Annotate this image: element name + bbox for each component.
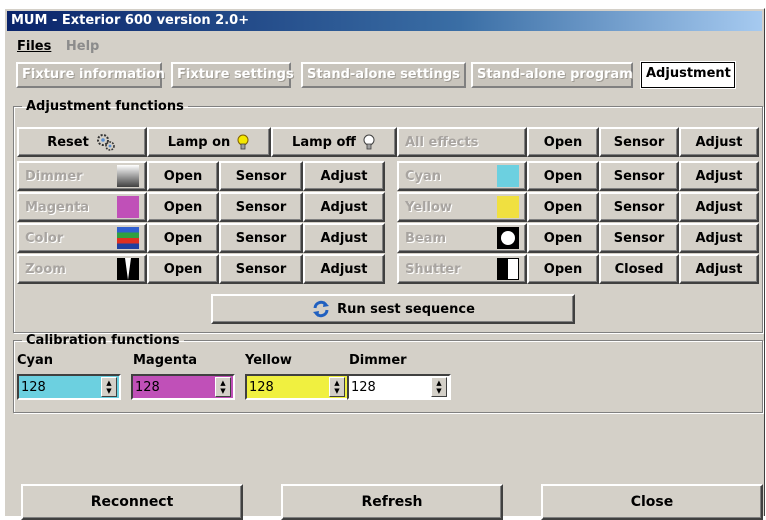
yellow-calibration-label: Yellow bbox=[245, 353, 292, 368]
magenta-label: Magenta bbox=[25, 199, 90, 215]
menu-files[interactable]: Files bbox=[17, 39, 51, 54]
zoom-label: Zoom bbox=[25, 261, 66, 277]
beam-icon bbox=[497, 227, 519, 249]
calibration-functions-legend: Calibration functions bbox=[26, 333, 180, 348]
cyan-adjust-button[interactable]: Adjust bbox=[679, 161, 759, 191]
yellow-calibration-spinner[interactable]: 128 ▲ ▼ bbox=[245, 374, 349, 400]
dimmer-button[interactable]: Dimmer bbox=[17, 161, 147, 191]
cyan-calibration-spinner[interactable]: 128 ▲ ▼ bbox=[17, 374, 121, 400]
dimmer-adjust-button[interactable]: Adjust bbox=[303, 161, 385, 191]
dimmer-open-button[interactable]: Open bbox=[147, 161, 219, 191]
yellow-open-button[interactable]: Open bbox=[527, 192, 599, 222]
shutter-closed-button[interactable]: Closed bbox=[599, 254, 679, 284]
shutter-adjust-button[interactable]: Adjust bbox=[679, 254, 759, 284]
color-open-button[interactable]: Open bbox=[147, 223, 219, 253]
dimmer-calibration-spinner[interactable]: 128 ▲ ▼ bbox=[347, 374, 451, 400]
beam-label: Beam bbox=[405, 230, 447, 246]
gears-icon bbox=[96, 134, 115, 151]
magenta-calibration-value[interactable]: 128 bbox=[133, 380, 215, 395]
color-button[interactable]: Color bbox=[17, 223, 147, 253]
tab-fixture-settings[interactable]: Fixture settings bbox=[171, 62, 294, 88]
run-sequence-label: Run sest sequence bbox=[337, 301, 475, 317]
zoom-icon bbox=[117, 258, 139, 280]
spin-arrows-icon[interactable]: ▲ ▼ bbox=[101, 377, 117, 397]
cyan-calibration-label: Cyan bbox=[17, 353, 54, 368]
shutter-label: Shutter bbox=[405, 261, 461, 277]
yellow-sensor-button[interactable]: Sensor bbox=[599, 192, 679, 222]
lamp-off-button[interactable]: Lamp off bbox=[271, 127, 397, 157]
cyan-swatch-icon bbox=[497, 165, 519, 187]
magenta-calibration-label: Magenta bbox=[133, 353, 198, 368]
color-sensor-button[interactable]: Sensor bbox=[219, 223, 303, 253]
yellow-swatch-icon bbox=[497, 196, 519, 218]
zoom-button[interactable]: Zoom bbox=[17, 254, 147, 284]
cyan-label: Cyan bbox=[405, 168, 442, 184]
beam-open-button[interactable]: Open bbox=[527, 223, 599, 253]
cyan-button[interactable]: Cyan bbox=[397, 161, 527, 191]
spin-arrows-icon[interactable]: ▲ ▼ bbox=[329, 377, 345, 397]
all-effects-sensor-button[interactable]: Sensor bbox=[599, 127, 679, 157]
tab-adjustment[interactable]: Adjustment bbox=[640, 61, 736, 89]
cyan-open-button[interactable]: Open bbox=[527, 161, 599, 191]
app-window: MUM - Exterior 600 version 2.0+ Files He… bbox=[4, 8, 765, 520]
tab-stand-alone-settings[interactable]: Stand-alone settings bbox=[301, 62, 466, 88]
all-effects-adjust-button[interactable]: Adjust bbox=[679, 127, 759, 157]
cyan-sensor-button[interactable]: Sensor bbox=[599, 161, 679, 191]
tab-fixture-information[interactable]: Fixture information bbox=[16, 62, 165, 88]
lamp-on-label: Lamp on bbox=[167, 134, 231, 150]
shutter-icon bbox=[497, 258, 519, 280]
adjustment-functions-legend: Adjustment functions bbox=[26, 99, 184, 114]
menu-help[interactable]: Help bbox=[66, 39, 99, 54]
spin-arrows-icon[interactable]: ▲ ▼ bbox=[215, 377, 231, 397]
lamp-off-label: Lamp off bbox=[292, 134, 356, 150]
reset-label: Reset bbox=[47, 134, 89, 150]
yellow-button[interactable]: Yellow bbox=[397, 192, 527, 222]
magenta-open-button[interactable]: Open bbox=[147, 192, 219, 222]
bulb-on-icon bbox=[237, 134, 249, 150]
shutter-open-button[interactable]: Open bbox=[527, 254, 599, 284]
title-bar: MUM - Exterior 600 version 2.0+ bbox=[7, 11, 762, 31]
color-adjust-button[interactable]: Adjust bbox=[303, 223, 385, 253]
cyan-calibration-value[interactable]: 128 bbox=[19, 380, 101, 395]
beam-sensor-button[interactable]: Sensor bbox=[599, 223, 679, 253]
run-sequence-button[interactable]: Run sest sequence bbox=[211, 294, 575, 324]
reconnect-button[interactable]: Reconnect bbox=[21, 484, 243, 520]
color-label: Color bbox=[25, 230, 64, 246]
refresh-button[interactable]: Refresh bbox=[281, 484, 503, 520]
dimmer-calibration-value[interactable]: 128 bbox=[349, 380, 431, 395]
all-effects-open-button[interactable]: Open bbox=[527, 127, 599, 157]
dimmer-label: Dimmer bbox=[25, 168, 83, 184]
tab-stand-alone-program[interactable]: Stand-alone program bbox=[471, 62, 633, 88]
lamp-on-button[interactable]: Lamp on bbox=[147, 127, 271, 157]
close-button[interactable]: Close bbox=[541, 484, 763, 520]
reset-button[interactable]: Reset bbox=[17, 127, 147, 157]
color-wheel-icon bbox=[117, 227, 139, 249]
yellow-label: Yellow bbox=[405, 199, 452, 215]
dimmer-gradient-icon bbox=[117, 165, 139, 187]
zoom-adjust-button[interactable]: Adjust bbox=[303, 254, 385, 284]
dimmer-calibration-label: Dimmer bbox=[349, 353, 407, 368]
magenta-calibration-spinner[interactable]: 128 ▲ ▼ bbox=[131, 374, 235, 400]
yellow-adjust-button[interactable]: Adjust bbox=[679, 192, 759, 222]
menu-bar: Files Help bbox=[17, 39, 109, 57]
bulb-off-icon bbox=[363, 134, 375, 150]
refresh-arrows-icon bbox=[313, 300, 330, 318]
yellow-calibration-value[interactable]: 128 bbox=[247, 380, 329, 395]
zoom-open-button[interactable]: Open bbox=[147, 254, 219, 284]
dimmer-sensor-button[interactable]: Sensor bbox=[219, 161, 303, 191]
magenta-button[interactable]: Magenta bbox=[17, 192, 147, 222]
spin-arrows-icon[interactable]: ▲ ▼ bbox=[431, 377, 447, 397]
beam-button[interactable]: Beam bbox=[397, 223, 527, 253]
magenta-swatch-icon bbox=[117, 196, 139, 218]
all-effects-button[interactable]: All effects bbox=[397, 127, 527, 157]
zoom-sensor-button[interactable]: Sensor bbox=[219, 254, 303, 284]
magenta-adjust-button[interactable]: Adjust bbox=[303, 192, 385, 222]
magenta-sensor-button[interactable]: Sensor bbox=[219, 192, 303, 222]
shutter-button[interactable]: Shutter bbox=[397, 254, 527, 284]
calibration-functions-group: Calibration functions bbox=[13, 333, 763, 413]
beam-adjust-button[interactable]: Adjust bbox=[679, 223, 759, 253]
